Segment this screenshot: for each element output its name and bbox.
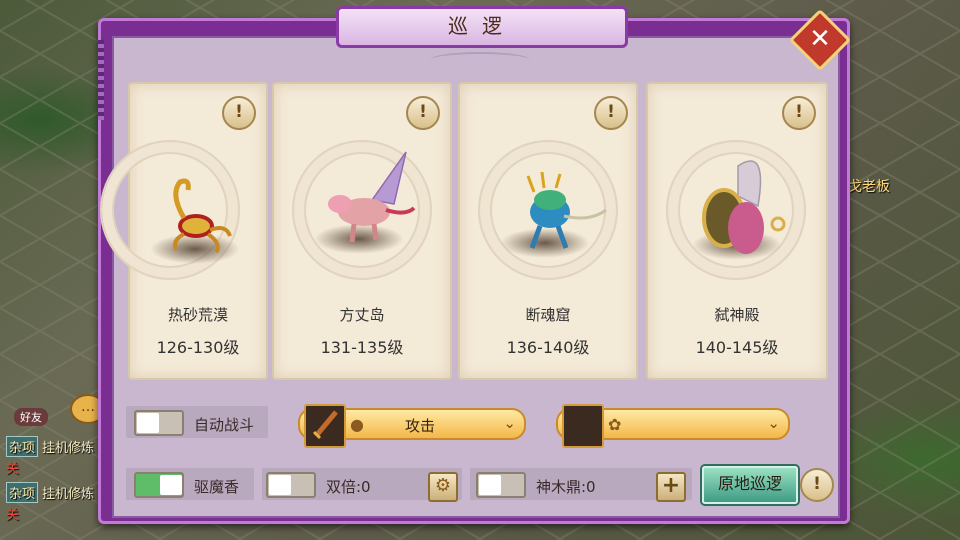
info-icon[interactable]: ! <box>800 468 834 502</box>
skill-select-value: 攻击 <box>404 417 435 435</box>
info-icon[interactable]: ! <box>406 96 440 130</box>
task-tag: 杂项 <box>6 482 39 503</box>
info-icon[interactable]: ! <box>782 96 816 130</box>
cauldron-label: 神木鼎:0 <box>536 478 596 496</box>
zone-name: 热砂荒漠 <box>167 306 228 324</box>
toggle-knob <box>160 475 182 495</box>
pet-slot-icon <box>562 404 604 448</box>
paw-icon: ✿ <box>608 415 622 434</box>
friend-button[interactable]: 好友 <box>14 408 48 426</box>
chevron-down-icon: ⌄ <box>767 414 780 432</box>
cloud-ornament <box>430 52 530 68</box>
toggle-knob <box>137 413 159 433</box>
scorpion-icon <box>173 178 232 254</box>
zone-card[interactable]: ! 断魂窟 136-140级 <box>458 82 638 380</box>
zone-name: 弑神殿 <box>714 306 760 324</box>
hud-task-line[interactable]: 杂项 挂机修炼 <box>6 436 94 457</box>
sword-icon-shape <box>312 410 338 440</box>
sword-icon <box>304 404 346 448</box>
pet-select[interactable]: ✿ ⌄ <box>556 404 790 448</box>
dialog-title: 巡逻 <box>336 6 628 48</box>
toggle-knob <box>269 475 291 495</box>
gear-icon[interactable]: ⚙ <box>428 472 458 502</box>
hud-red-mark: 关 <box>6 462 20 477</box>
zone-name: 方丈岛 <box>339 306 385 324</box>
cauldron-toggle[interactable] <box>476 472 526 498</box>
incense-toggle[interactable] <box>134 472 184 498</box>
hud-red-mark: 关 <box>6 508 20 523</box>
winged-beast-icon <box>328 151 416 243</box>
add-icon[interactable]: + <box>656 472 686 502</box>
zone-level: 140-145级 <box>695 338 779 357</box>
chain-decoration <box>98 40 104 120</box>
auto-battle-label: 自动战斗 <box>194 416 255 434</box>
patrol-in-place-button[interactable]: 原地巡逻 <box>702 466 798 504</box>
chevron-down-icon: ⌄ <box>503 414 516 432</box>
skill-select[interactable]: ● 攻击 ⌄ <box>298 404 526 448</box>
zone-name: 断魂窟 <box>525 306 571 324</box>
info-icon[interactable]: ! <box>222 96 256 130</box>
task-text: 挂机修炼 <box>42 441 95 456</box>
task-tag: 杂项 <box>6 436 39 457</box>
info-icon[interactable]: ! <box>594 96 628 130</box>
zone-card[interactable]: ! 弑神殿 140-145级 <box>646 82 828 380</box>
zone-level: 136-140级 <box>506 338 590 357</box>
double-toggle[interactable] <box>266 472 316 498</box>
task-text: 挂机修炼 <box>42 487 95 502</box>
zone-card[interactable]: ! 热砂荒漠 126-130级 <box>100 82 268 380</box>
zone-level: 131-135级 <box>320 338 404 357</box>
zone-card[interactable]: ! 方丈岛 131-135级 <box>272 82 452 380</box>
shield-warrior-icon <box>702 160 786 254</box>
zone-level: 126-130级 <box>156 338 240 357</box>
auto-battle-toggle[interactable] <box>134 410 184 436</box>
hud-task-line[interactable]: 杂项 挂机修炼 <box>6 482 94 503</box>
close-icon: ✕ <box>809 24 831 54</box>
incense-label: 驱魔香 <box>194 478 240 496</box>
toggle-knob <box>479 475 501 495</box>
npc-name-label: 戈老板 <box>848 179 890 195</box>
fish-demon-icon <box>526 172 607 249</box>
double-label: 双倍:0 <box>326 478 371 496</box>
